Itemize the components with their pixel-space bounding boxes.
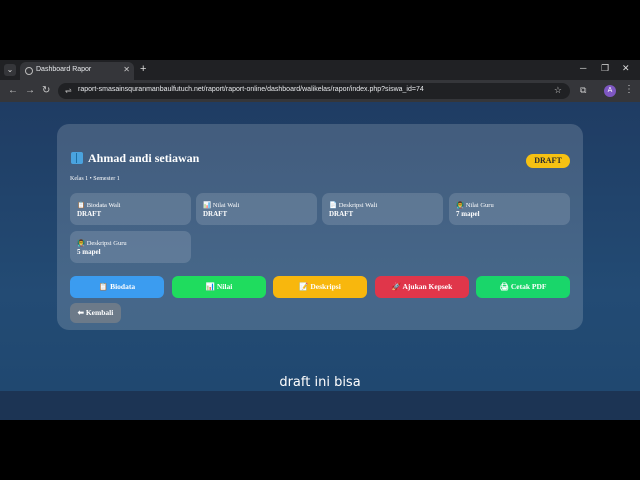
info-card-deskripsi-wali: 📄 Deskripsi Wali DRAFT (322, 193, 443, 225)
subtitle-band (0, 391, 640, 420)
button-label: Deskripsi (310, 282, 341, 291)
info-card-biodata-wali: 📋 Biodata Wali DRAFT (70, 193, 191, 225)
info-label: Nilai Guru (465, 202, 494, 209)
info-card-nilai-guru: 👨‍🏫 Nilai Guru 7 mapel (449, 193, 570, 225)
info-label: Biodata Wali (86, 202, 121, 209)
info-label: Deskripsi Guru (86, 240, 127, 247)
info-card-deskripsi-guru: 👨‍🏫 Deskripsi Guru 5 mapel (70, 231, 191, 263)
video-caption: draft ini bisa (279, 375, 361, 390)
close-window-icon[interactable]: ✕ (622, 63, 630, 74)
teacher-icon: 👨‍🏫 (456, 202, 465, 209)
page-content: Ahmad andi setiawan DRAFT Kelas 1 • Seme… (0, 102, 640, 420)
profile-avatar[interactable]: A (604, 85, 616, 97)
class-semester: Kelas 1 • Semester 1 (70, 176, 120, 182)
button-label: Ajukan Kepsek (402, 282, 453, 291)
cetak-pdf-button[interactable]: 🖨 Cetak PDF (476, 276, 570, 298)
globe-icon (25, 67, 33, 75)
info-label: Deskripsi Wali (338, 202, 378, 209)
tab-strip: ⌄ Dashboard Rapor ✕ + ─ ❐ ✕ (0, 60, 640, 80)
info-label: Nilai Wali (212, 202, 240, 209)
clipboard-icon: 📋 (77, 202, 86, 209)
tab-dashboard-rapor[interactable]: Dashboard Rapor ✕ (20, 62, 134, 80)
tab-title: Dashboard Rapor (36, 66, 92, 73)
button-label: Nilai (216, 282, 233, 291)
info-value: DRAFT (77, 210, 102, 218)
button-label: Kembali (85, 308, 114, 317)
browser-menu-icon[interactable]: ⋮ (624, 84, 634, 95)
close-tab-icon[interactable]: ✕ (123, 65, 130, 74)
extensions-icon[interactable]: ⧉ (580, 85, 586, 96)
info-value: 7 mapel (456, 210, 480, 218)
printer-icon: 🖨 (499, 282, 510, 291)
info-card-nilai-wali: 📊 Nilai Wali DRAFT (196, 193, 317, 225)
bar-chart-icon: 📊 (203, 202, 212, 209)
video-frame: ⌄ Dashboard Rapor ✕ + ─ ❐ ✕ ← → ↻ ⇌ rapo… (0, 0, 640, 480)
new-tab-icon[interactable]: + (140, 63, 146, 75)
reload-icon[interactable]: ↻ (42, 85, 50, 97)
back-arrow-icon: ⬅ (77, 308, 84, 317)
maximize-icon[interactable]: ❐ (601, 63, 609, 74)
teacher-icon: 👨‍🏫 (77, 240, 86, 247)
back-arrow-icon[interactable]: ← (8, 85, 18, 97)
info-value: DRAFT (329, 210, 354, 218)
rocket-icon: 🚀 (391, 282, 402, 291)
biodata-button[interactable]: 📋 Biodata (70, 276, 164, 298)
memo-icon: 📝 (299, 282, 309, 291)
deskripsi-button[interactable]: 📝 Deskripsi (273, 276, 367, 298)
student-card: Ahmad andi setiawan DRAFT Kelas 1 • Seme… (57, 124, 583, 330)
info-value: 5 mapel (77, 248, 101, 256)
button-label: Biodata (110, 282, 136, 291)
bar-chart-icon: 📊 (205, 282, 216, 291)
button-label: Cetak PDF (510, 282, 547, 291)
student-header: Ahmad andi setiawan (71, 151, 199, 166)
browser-window: ⌄ Dashboard Rapor ✕ + ─ ❐ ✕ ← → ↻ ⇌ rapo… (0, 60, 640, 420)
document-icon: 📄 (329, 202, 338, 209)
nilai-button[interactable]: 📊 Nilai (172, 276, 266, 298)
status-badge: DRAFT (526, 154, 570, 168)
kembali-button[interactable]: ⬅ Kembali (70, 303, 121, 323)
tab-search-icon[interactable]: ⌄ (4, 64, 16, 76)
address-bar[interactable]: ⇌ raport-smasainsquranmanbaulfutuch.net/… (58, 83, 570, 99)
bookmark-star-icon[interactable]: ☆ (554, 85, 562, 96)
forward-arrow-icon[interactable]: → (25, 85, 35, 97)
student-name: Ahmad andi setiawan (88, 151, 200, 165)
info-value: DRAFT (203, 210, 228, 218)
url-text[interactable]: raport-smasainsquranmanbaulfutuch.net/ra… (78, 86, 424, 93)
clipboard-icon: 📋 (98, 282, 109, 291)
browser-toolbar: ← → ↻ ⇌ raport-smasainsquranmanbaulfutuc… (0, 80, 640, 102)
minimize-icon[interactable]: ─ (580, 63, 586, 73)
site-settings-icon[interactable]: ⇌ (65, 86, 72, 95)
ajukan-kepsek-button[interactable]: 🚀 Ajukan Kepsek (375, 276, 469, 298)
book-icon (71, 152, 83, 164)
